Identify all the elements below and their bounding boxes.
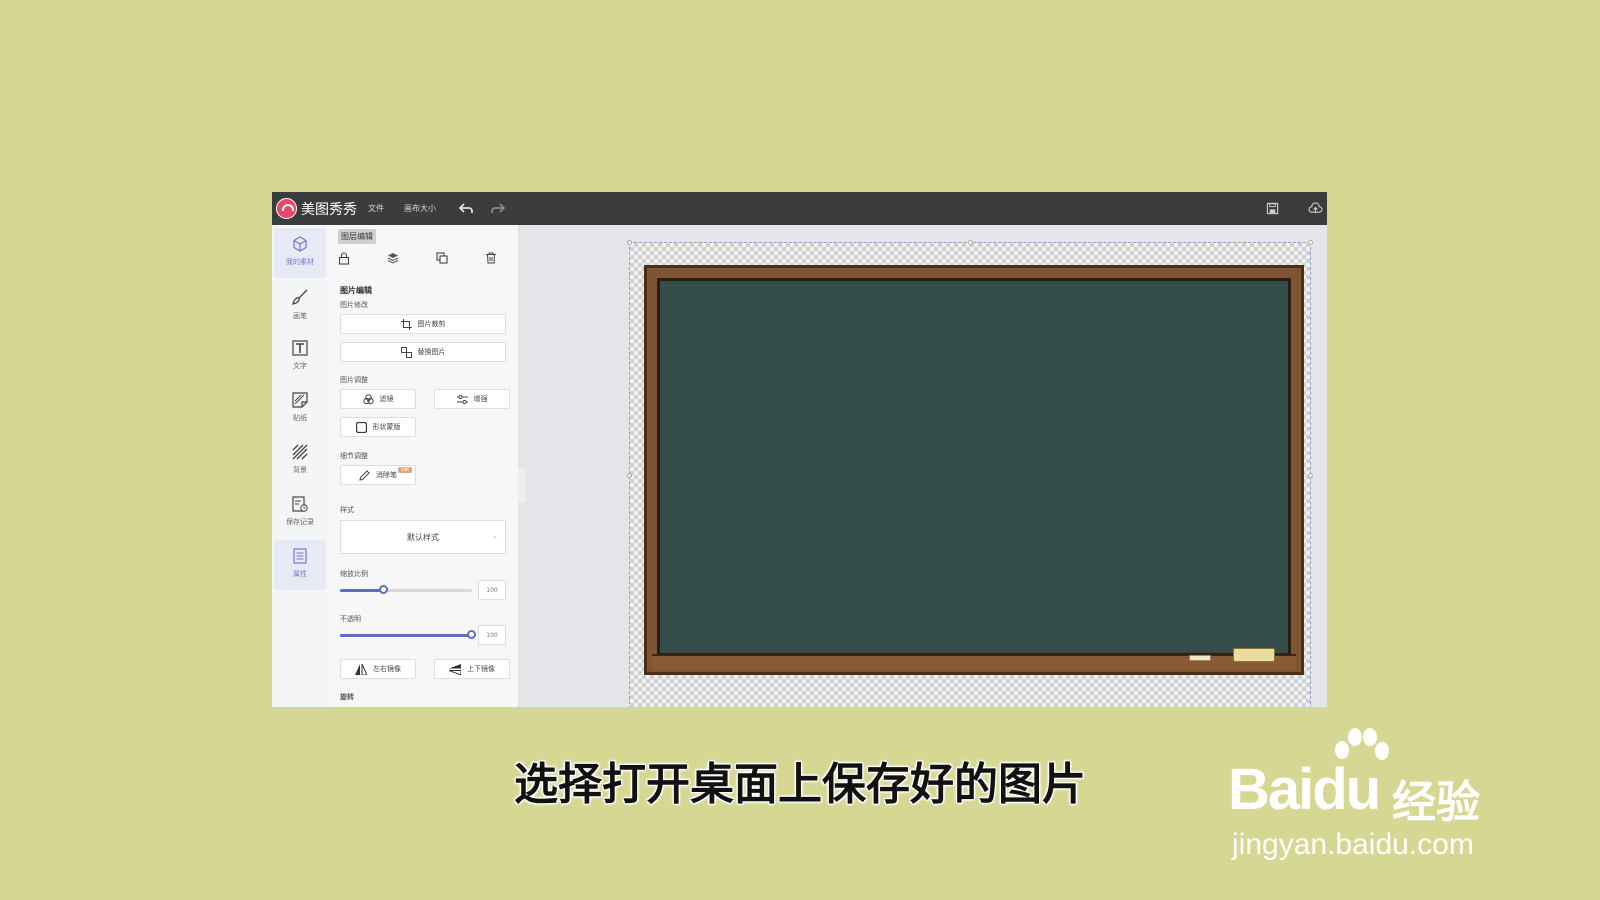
flip-vertical-button[interactable]: 上下镜像 <box>434 659 510 679</box>
sidebar-item-label: 保存记录 <box>286 518 314 526</box>
sidebar-item-text[interactable]: 文字 <box>274 332 326 382</box>
filter-label: 滤镜 <box>379 395 394 403</box>
properties-icon <box>293 548 307 564</box>
shape-mask-label: 形状蒙版 <box>372 423 401 431</box>
enhance-label: 增强 <box>473 395 488 403</box>
style-label: 样式 <box>340 506 354 514</box>
history-icon <box>292 496 308 512</box>
opacity-slider-handle[interactable] <box>467 630 476 639</box>
scale-label: 缩放比例 <box>340 570 368 578</box>
chalk-piece <box>1189 655 1211 661</box>
top-bar: 美图秀秀 文件 画布大小 <box>272 192 1327 225</box>
style-select[interactable]: 默认样式 ⌄ <box>340 520 506 554</box>
eraser-block <box>1233 648 1275 662</box>
background-icon <box>292 444 308 460</box>
menu-canvas-size[interactable]: 画布大小 <box>404 203 436 214</box>
chevron-down-icon: ⌄ <box>492 532 498 540</box>
sidebar-item-label: 属性 <box>293 570 307 578</box>
cube-icon <box>293 236 307 252</box>
eraser-pen-button[interactable]: 消除笔 VIP <box>340 465 416 485</box>
image-modify-label: 图片修改 <box>340 301 368 309</box>
properties-panel: 图层编辑 图片编辑 图片修改 图片裁剪 替换图片 图片调整 滤镜 增强 形状蒙版… <box>328 225 519 707</box>
duplicate-icon[interactable] <box>436 252 448 264</box>
undo-icon[interactable] <box>458 201 474 217</box>
layers-icon[interactable] <box>387 252 399 264</box>
flip-horizontal-icon <box>355 663 367 675</box>
shape-mask-icon <box>355 421 367 433</box>
left-sidebar: 我的素材 画笔 文字 贴纸 背景 保存记录 属性 <box>272 225 328 707</box>
sidebar-item-label: 文字 <box>293 362 307 370</box>
sidebar-item-sticker[interactable]: 贴纸 <box>274 384 326 434</box>
chalkboard-image <box>644 265 1304 675</box>
cloud-upload-icon[interactable] <box>1308 202 1323 215</box>
sidebar-item-label: 我的素材 <box>286 258 314 266</box>
flip-vertical-label: 上下镜像 <box>467 665 495 673</box>
crop-icon <box>400 318 412 330</box>
redo-icon[interactable] <box>490 201 506 217</box>
replace-image-button[interactable]: 替换图片 <box>340 342 506 362</box>
menu-file[interactable]: 文件 <box>368 203 384 214</box>
sidebar-item-save-history[interactable]: 保存记录 <box>274 488 326 538</box>
image-canvas[interactable] <box>627 240 1313 707</box>
opacity-label: 不透明 <box>340 615 361 623</box>
sidebar-item-properties[interactable]: 属性 <box>274 540 326 590</box>
crop-button[interactable]: 图片裁剪 <box>340 314 506 334</box>
lock-icon[interactable] <box>338 252 350 265</box>
enhance-button[interactable]: 增强 <box>434 389 510 409</box>
opacity-slider-fill <box>340 634 472 637</box>
resize-handle[interactable] <box>1308 473 1313 478</box>
rotate-label: 旋转 <box>340 693 354 701</box>
save-icon[interactable] <box>1266 202 1279 215</box>
flip-horizontal-button[interactable]: 左右镜像 <box>340 659 416 679</box>
layer-edit-tooltip: 图层编辑 <box>338 229 376 244</box>
scale-value-input[interactable]: 100 <box>478 580 506 600</box>
crop-label: 图片裁剪 <box>417 320 446 328</box>
baidu-watermark: Baidu <box>1228 757 1381 822</box>
filter-button[interactable]: 滤镜 <box>340 389 416 409</box>
shape-mask-button[interactable]: 形状蒙版 <box>340 417 416 437</box>
flip-horizontal-label: 左右镜像 <box>373 665 401 673</box>
sidebar-item-label: 贴纸 <box>293 414 307 422</box>
eraser-label: 消除笔 <box>376 471 397 479</box>
sidebar-item-brush[interactable]: 画笔 <box>274 280 326 330</box>
sidebar-item-my-materials[interactable]: 我的素材 <box>274 228 326 278</box>
opacity-value-input[interactable]: 100 <box>478 625 506 645</box>
style-value: 默认样式 <box>407 532 439 542</box>
sidebar-item-background[interactable]: 背景 <box>274 436 326 486</box>
image-adjust-label: 图片调整 <box>340 376 368 384</box>
meitu-logo-icon <box>276 198 297 219</box>
scale-slider-fill <box>340 589 384 592</box>
sticker-icon <box>292 392 308 408</box>
jingyan-watermark: 经验 <box>1392 777 1480 828</box>
sidebar-item-label: 背景 <box>293 466 307 474</box>
resize-handle[interactable] <box>1308 240 1313 245</box>
canvas-area <box>526 225 1327 707</box>
image-edit-title: 图片编辑 <box>340 286 372 295</box>
watermark-url: jingyan.baidu.com <box>1232 828 1474 861</box>
replace-label: 替换图片 <box>417 348 446 356</box>
replace-icon <box>400 346 412 358</box>
adjust-sliders-icon <box>456 394 468 404</box>
panel-collapse-handle[interactable] <box>518 468 526 502</box>
text-icon <box>292 340 308 356</box>
opacity-slider[interactable] <box>340 630 476 639</box>
scale-slider[interactable] <box>340 585 472 594</box>
resize-handle[interactable] <box>627 240 632 245</box>
resize-handle[interactable] <box>627 473 632 478</box>
app-brand: 美图秀秀 <box>301 202 357 218</box>
sidebar-item-label: 画笔 <box>293 312 307 320</box>
delete-icon[interactable] <box>485 252 497 264</box>
brush-icon <box>292 289 308 305</box>
pen-icon <box>359 469 370 481</box>
scale-slider-handle[interactable] <box>379 585 388 594</box>
flip-vertical-icon <box>449 663 461 675</box>
filter-icon <box>362 393 374 404</box>
vip-badge: VIP <box>398 467 412 473</box>
detail-adjust-label: 细节调整 <box>340 452 368 460</box>
resize-handle[interactable] <box>968 240 973 245</box>
chalkboard-surface <box>657 278 1291 656</box>
meitu-app-window: 美图秀秀 文件 画布大小 我的素材 画笔 文字 贴纸 背景 保存记录 属性 图层… <box>272 192 1327 707</box>
